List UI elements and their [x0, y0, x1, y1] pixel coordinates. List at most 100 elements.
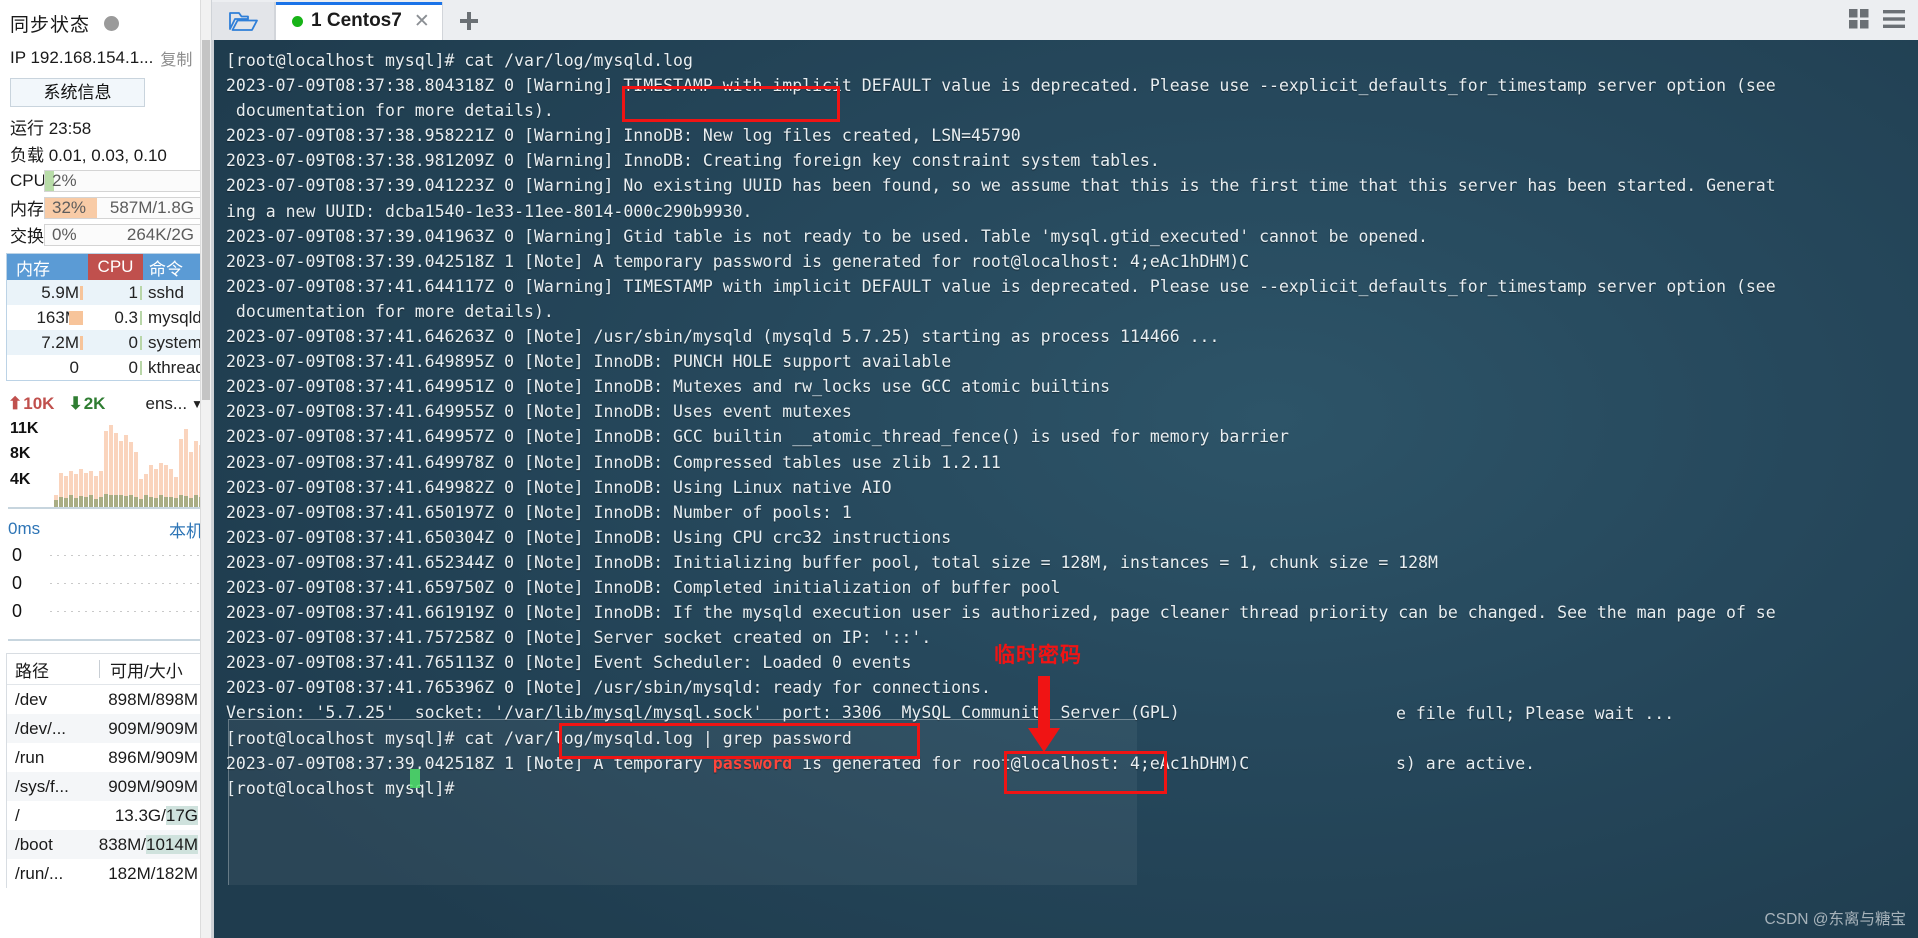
download-rate: 2K [83, 394, 106, 413]
network-bar [84, 473, 88, 507]
process-row[interactable]: 5.9M 1 sshd [7, 280, 204, 305]
network-bar [59, 473, 63, 507]
cpu-meter: 2% [44, 169, 201, 192]
uptime-text: 运行 23:58 [10, 119, 92, 138]
process-row[interactable]: 163M 0.3 mysqld [7, 305, 204, 330]
disk-size: 838M/1014M [98, 834, 198, 854]
disk-col-path[interactable]: 路径 [7, 657, 99, 682]
terminal-line: 2023-07-09T08:37:41.659750Z 0 [Note] Inn… [226, 577, 1061, 597]
process-col-mem[interactable]: 内存 [7, 254, 88, 280]
system-monitor-sidebar: 同步状态 IP 192.168.154.1... 复制 系统信息 运行 23:5… [0, 0, 212, 938]
terminal-line: 2023-07-09T08:37:41.649895Z 0 [Note] Inn… [226, 352, 952, 372]
network-bar [114, 433, 118, 507]
disk-path: /boot [15, 834, 53, 854]
disk-size: 182M/182M [108, 863, 198, 883]
terminal-line: 2023-07-09T08:37:41.661919Z 0 [Note] Inn… [226, 603, 1776, 623]
sync-status-label: 同步状态 [10, 14, 91, 36]
hamburger-menu-icon[interactable] [1882, 8, 1906, 35]
network-bar [94, 476, 98, 507]
sidebar-scrollbar-thumb[interactable] [202, 40, 210, 400]
ip-address-text: IP 192.168.154.1... [10, 48, 154, 67]
network-bar [189, 452, 193, 507]
sysinfo-button-wrap: 系统信息 [0, 74, 211, 113]
disk-size: 909M/909M [108, 776, 198, 796]
disk-row[interactable]: /sys/f... 909M/909M [7, 772, 204, 801]
terminal-line: 2023-07-09T08:37:38.981209Z 0 [Warning] … [226, 151, 1160, 171]
disk-row[interactable]: /run/... 182M/182M [7, 859, 204, 888]
network-bar [129, 442, 133, 507]
disk-row[interactable]: /boot 838M/1014M [7, 830, 204, 859]
main-area: 1 Centos7 ✕ [root@localhost mysql]# cat … [212, 0, 1918, 938]
memory-meter-percent: 32% [52, 197, 87, 217]
swap-meter-label: 交换 [10, 227, 44, 246]
down-arrow-icon [1028, 676, 1060, 752]
swap-meter-percent: 0% [52, 224, 77, 244]
tab-bar-right-actions [1848, 2, 1918, 40]
memory-meter-row: 内存 32% 587M/1.8G [0, 194, 211, 221]
terminal-line: 2023-07-09T08:37:41.649955Z 0 [Note] Inn… [226, 402, 852, 422]
network-bar [64, 476, 68, 507]
process-mem: 7.2M [7, 333, 83, 353]
process-cmd: kthreadd [148, 357, 204, 377]
disk-row[interactable]: / 13.3G/17G [7, 801, 204, 830]
memory-meter-label: 内存 [10, 200, 44, 219]
terminal-line: 2023-07-09T08:37:41.649982Z 0 [Note] Inn… [226, 477, 892, 497]
grid-view-icon[interactable] [1848, 8, 1870, 35]
disk-path: /dev [15, 689, 48, 709]
cpu-meter-percent: 2% [52, 170, 77, 190]
disk-path: /dev/... [15, 718, 67, 738]
swap-meter-amount: 264K/2G [126, 224, 194, 244]
process-col-cmd[interactable]: 命令 [143, 254, 204, 280]
green-dot-icon [292, 15, 303, 27]
terminal-tab[interactable]: 1 Centos7 ✕ [275, 2, 443, 40]
process-mem: 5.9M [7, 283, 83, 303]
ping-y-label-2: 0 [12, 601, 23, 621]
disk-col-size[interactable]: 可用/大小 [100, 657, 204, 682]
process-cmd: systemd [148, 332, 204, 352]
terminal-line: documentation for more details). [226, 101, 554, 121]
terminal-line: [root@localhost mysql]# cat /var/log/mys… [226, 51, 693, 70]
network-bar [124, 435, 128, 507]
process-row[interactable]: 00 kthreadd [7, 355, 204, 380]
ping-host-selector[interactable]: 本机 [169, 517, 203, 542]
disk-size: 898M/898M [108, 689, 198, 709]
terminal-line: [root@localhost mysql]# [226, 778, 465, 798]
terminal-output[interactable]: [root@localhost mysql]# cat /var/log/mys… [212, 40, 1918, 938]
process-mem: 163M [7, 308, 83, 328]
disk-table-header: 路径 可用/大小 [7, 654, 204, 685]
network-bar [154, 469, 158, 507]
sidebar-scrollbar[interactable] [200, 0, 211, 938]
disk-row[interactable]: /run 896M/909M [7, 743, 204, 772]
network-bar [184, 429, 188, 507]
disk-row[interactable]: /dev/... 909M/909M [7, 714, 204, 743]
new-tab-button[interactable] [443, 2, 495, 40]
close-icon[interactable]: ✕ [414, 10, 430, 33]
copy-ip-button[interactable]: 复制 [160, 46, 192, 70]
open-folder-icon[interactable] [212, 2, 275, 40]
process-row[interactable]: 7.2M0 systemd [7, 330, 204, 355]
network-interface-label: ens... [145, 394, 188, 413]
system-info-button[interactable]: 系统信息 [10, 78, 145, 107]
disk-path: /sys/f... [15, 776, 69, 796]
disk-row[interactable]: /dev 898M/898M [7, 685, 204, 714]
network-bar [109, 425, 113, 507]
process-table[interactable]: 内存 CPU 命令 5.9M 1 sshd 163M 0.3 mysqld 7.2M 0 sys… [6, 253, 205, 381]
network-bar [179, 439, 183, 507]
terminal-line: 2023-07-09T08:37:38.958221Z 0 [Warning] … [226, 126, 1021, 146]
disk-size: 13.3G/17G [114, 805, 198, 825]
disk-usage-table[interactable]: 路径 可用/大小 /dev 898M/898M/dev/... 909M/909M /… [6, 653, 205, 888]
sync-status-row: 同步状态 [0, 4, 211, 42]
tab-bar: 1 Centos7 ✕ [212, 0, 1918, 40]
terminal-line: 2023-07-09T08:37:41.649951Z 0 [Note] Inn… [226, 377, 1111, 397]
swap-meter: 0% 264K/2G [44, 223, 201, 246]
ping-latency: 0ms [8, 519, 41, 538]
terminal-line: ing a new UUID: dcba1540-1e33-11ee-8014-… [226, 201, 753, 221]
network-bar [139, 479, 143, 507]
network-bar [194, 441, 198, 507]
terminal-line: 2023-07-09T08:37:39.041223Z 0 [Warning] … [226, 176, 1776, 196]
terminal-line: 2023-07-09T08:37:41.652344Z 0 [Note] Inn… [226, 552, 1438, 572]
process-col-cpu[interactable]: CPU [88, 254, 143, 280]
terminal-tab-label: 1 Centos7 [311, 10, 402, 31]
process-cpu: 0 [83, 333, 142, 353]
network-interface-selector[interactable]: ens... ▼ [146, 394, 203, 414]
